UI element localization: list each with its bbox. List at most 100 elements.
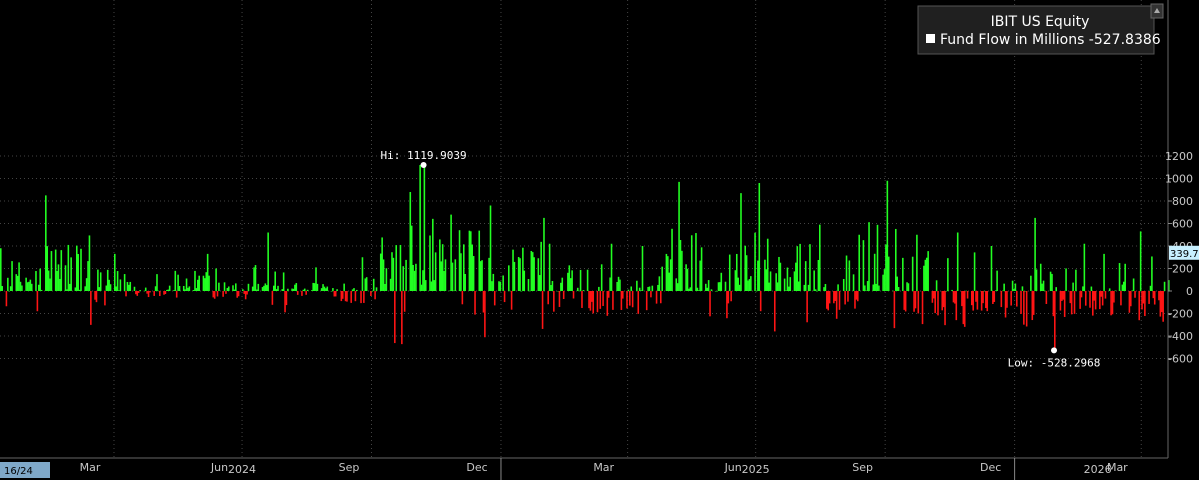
bar xyxy=(223,282,226,291)
bar xyxy=(9,286,12,291)
bar xyxy=(1041,283,1043,291)
bar xyxy=(799,243,801,291)
bar xyxy=(1138,291,1141,321)
bar xyxy=(381,237,383,291)
legend-swatch xyxy=(926,34,935,43)
bar xyxy=(287,288,289,291)
bar xyxy=(382,259,385,291)
bar xyxy=(1130,291,1132,307)
bar xyxy=(1031,291,1034,321)
bar xyxy=(766,238,769,291)
bar xyxy=(688,288,690,291)
bar xyxy=(804,261,807,291)
y-tick-label: -400 xyxy=(1168,330,1193,343)
bar xyxy=(143,290,146,292)
bar xyxy=(519,258,521,291)
bar xyxy=(133,286,136,291)
bar xyxy=(695,233,697,291)
bar xyxy=(1148,291,1150,304)
bar xyxy=(906,282,908,291)
bar xyxy=(177,274,179,291)
bar xyxy=(484,291,486,338)
bar xyxy=(1000,291,1003,308)
bar xyxy=(440,261,443,291)
bar xyxy=(139,290,141,291)
bar xyxy=(935,280,938,291)
bar xyxy=(824,283,827,291)
bar xyxy=(980,291,983,311)
bar xyxy=(1079,291,1081,309)
bar xyxy=(1070,291,1073,315)
bar xyxy=(1073,291,1076,314)
bar xyxy=(793,271,796,291)
bar xyxy=(724,281,727,291)
bar xyxy=(257,283,260,291)
bar xyxy=(885,244,887,291)
annotation-dot xyxy=(1051,347,1058,354)
bar xyxy=(671,228,673,291)
bar xyxy=(1042,280,1045,291)
bar xyxy=(264,283,267,291)
scroll-up-button[interactable] xyxy=(1150,3,1164,19)
bar xyxy=(848,260,851,291)
bar xyxy=(538,275,541,291)
y-tick-label: 0 xyxy=(1186,285,1193,298)
bar xyxy=(806,291,808,323)
bar xyxy=(68,283,71,291)
bar xyxy=(778,256,780,291)
bar xyxy=(955,291,958,321)
bar xyxy=(1032,291,1035,315)
bar xyxy=(1020,291,1022,314)
bar xyxy=(897,287,900,291)
bar xyxy=(233,289,236,291)
bar xyxy=(1118,263,1121,291)
bar xyxy=(263,285,265,291)
y-tick-label: -200 xyxy=(1168,308,1193,321)
bar xyxy=(868,222,870,291)
bar xyxy=(409,192,412,291)
bar xyxy=(878,285,880,291)
bar xyxy=(441,244,444,291)
bar xyxy=(375,287,378,291)
bar xyxy=(548,243,551,291)
bar xyxy=(655,291,658,304)
bar xyxy=(237,291,240,297)
bar xyxy=(1128,291,1131,313)
bar xyxy=(576,287,579,291)
bar xyxy=(553,291,555,312)
bar xyxy=(541,291,544,329)
bar xyxy=(819,224,821,292)
bar xyxy=(745,255,748,291)
bar xyxy=(1160,291,1163,313)
bar xyxy=(481,260,483,291)
bar xyxy=(776,282,779,291)
bar xyxy=(146,291,148,294)
bar xyxy=(947,258,949,291)
bar xyxy=(106,269,109,291)
bar xyxy=(1065,268,1067,291)
bar xyxy=(864,285,866,291)
bar xyxy=(95,291,98,303)
bar xyxy=(482,291,485,313)
bar xyxy=(705,283,707,291)
bar xyxy=(990,246,993,291)
bar xyxy=(845,255,848,291)
legend: IBIT US Equity Fund Flow in Millions -52… xyxy=(917,5,1161,55)
bar xyxy=(1003,283,1005,291)
bar xyxy=(75,245,78,291)
bar xyxy=(21,285,23,291)
bar xyxy=(844,291,846,305)
bar xyxy=(578,290,580,292)
bar xyxy=(384,283,386,291)
bar xyxy=(606,291,609,316)
x-axis: Mar Jun Sep Dec Mar Jun Sep Dec Mar2024 2025 20261… xyxy=(0,457,1168,480)
bar xyxy=(834,291,837,301)
bar xyxy=(1025,291,1028,327)
bar xyxy=(956,232,959,291)
bar xyxy=(1069,291,1072,304)
bar xyxy=(448,290,451,292)
bar xyxy=(512,249,514,291)
bar xyxy=(887,256,890,291)
bar xyxy=(105,285,108,291)
bar xyxy=(727,291,730,304)
